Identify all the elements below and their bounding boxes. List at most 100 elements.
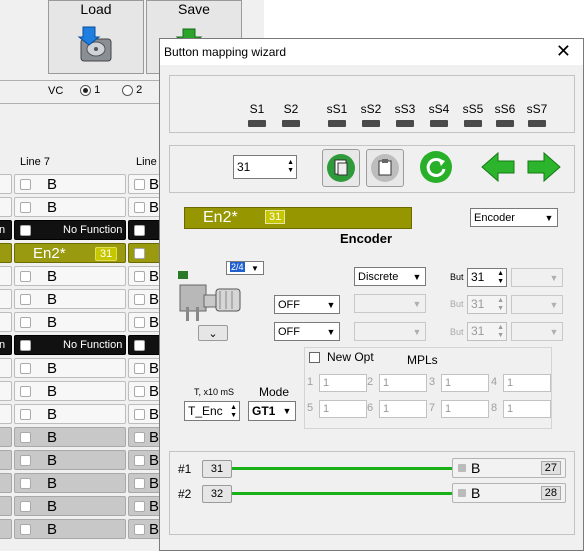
- grid-row: n No Function: [0, 220, 164, 240]
- checkbox-icon: [134, 248, 145, 259]
- checkbox-icon: [20, 524, 31, 535]
- grid-cell-left[interactable]: [0, 450, 12, 470]
- grid-cell-line7[interactable]: B: [14, 197, 126, 217]
- grid-cell-text: B: [47, 199, 58, 216]
- map2-number[interactable]: 32: [202, 485, 232, 503]
- grid-cell-line7[interactable]: B: [14, 381, 126, 401]
- but-value-1: 31: [471, 270, 485, 284]
- type-select[interactable]: Encoder ▼: [470, 208, 558, 227]
- mpl-input[interactable]: 1: [441, 374, 489, 392]
- checkbox-icon: [134, 202, 145, 213]
- grid-cell-line7[interactable]: B: [14, 473, 126, 493]
- grid-cell-line7[interactable]: B: [14, 404, 126, 424]
- grid-cell-left[interactable]: [0, 427, 12, 447]
- grid-row: BB: [0, 358, 164, 378]
- grid-cell-text: B: [47, 268, 58, 285]
- load-button[interactable]: Load: [48, 0, 144, 74]
- grid-cell-line7[interactable]: B: [14, 266, 126, 286]
- checkbox-icon: [20, 202, 31, 213]
- grid-cell-line7[interactable]: B: [14, 450, 126, 470]
- spin-arrows-icon: ▲ ▼: [497, 270, 504, 285]
- grid-cell-left[interactable]: n: [0, 220, 12, 240]
- refresh-button[interactable]: [418, 149, 456, 187]
- copy-button[interactable]: [322, 149, 360, 187]
- grid-cell-line7[interactable]: No Function: [14, 220, 126, 240]
- checkbox-icon: [134, 225, 145, 236]
- checkbox-icon: [458, 489, 466, 497]
- checkbox-icon: [134, 386, 145, 397]
- mpl-input[interactable]: 1: [379, 374, 427, 392]
- but-spinner-2[interactable]: 31 ▲ ▼: [467, 295, 507, 314]
- step-select[interactable]: 2/4 ▼: [226, 261, 264, 275]
- grid-cell-left[interactable]: [0, 266, 12, 286]
- but-spinner-3[interactable]: 31 ▲ ▼: [467, 322, 507, 341]
- map1-button-cell[interactable]: B 27: [452, 458, 566, 478]
- mpl-input[interactable]: 1: [319, 400, 367, 418]
- button-number-spinner[interactable]: 31 ▲ ▼: [233, 155, 297, 179]
- grid-cell-line8-text: B: [149, 268, 160, 285]
- time-spinner[interactable]: T_Enc ▲ ▼: [184, 401, 240, 421]
- paste-button[interactable]: [366, 149, 404, 187]
- shift-label: sS5: [462, 102, 484, 116]
- off-select-1[interactable]: OFF ▼: [274, 295, 340, 314]
- checkbox-icon: [134, 455, 145, 466]
- grid-cell-line7[interactable]: B: [14, 289, 126, 309]
- previous-button[interactable]: [480, 149, 518, 187]
- mpl-index: 3: [429, 376, 436, 388]
- grid-cell-left[interactable]: n: [0, 335, 12, 355]
- grid-cell-left[interactable]: [0, 312, 12, 332]
- grid-cell-line7[interactable]: No Function: [14, 335, 126, 355]
- checkbox-icon: [20, 432, 31, 443]
- map1-number[interactable]: 31: [202, 460, 232, 478]
- grid-cell-left[interactable]: [0, 496, 12, 516]
- vc-radio-1[interactable]: 1: [80, 84, 100, 96]
- map2-button-cell[interactable]: B 28: [452, 483, 566, 503]
- grid-cell-left[interactable]: [0, 243, 12, 263]
- grid-row: BB: [0, 266, 164, 286]
- vc-radio-2[interactable]: 2: [122, 84, 142, 96]
- mpl-input[interactable]: 1: [319, 374, 367, 392]
- chevron-down-icon: ▼: [282, 406, 292, 416]
- mpl-input[interactable]: 1: [441, 400, 489, 418]
- grid-cell-left[interactable]: [0, 473, 12, 493]
- grid-cell-line7[interactable]: B: [14, 174, 126, 194]
- grid-cell-line7[interactable]: B: [14, 358, 126, 378]
- mpl-input[interactable]: 1: [379, 400, 427, 418]
- grid-cell-left[interactable]: [0, 519, 12, 539]
- save-label: Save: [178, 1, 210, 17]
- grid-cell-line7[interactable]: B: [14, 496, 126, 516]
- discrete-select[interactable]: Discrete ▼: [354, 267, 426, 286]
- grid-cell-line7[interactable]: B: [14, 312, 126, 332]
- expand-button[interactable]: ⌄: [198, 325, 228, 341]
- checkbox-icon: [458, 464, 466, 472]
- but-select-3[interactable]: ▼: [511, 322, 563, 341]
- grid-cell-line7[interactable]: B: [14, 519, 126, 539]
- close-icon[interactable]: ✕: [556, 41, 571, 62]
- grid-cell-left[interactable]: [0, 404, 12, 424]
- grid-cell-line7[interactable]: B: [14, 427, 126, 447]
- grid-cell-left[interactable]: [0, 289, 12, 309]
- grid-cell-left[interactable]: [0, 358, 12, 378]
- mode-select[interactable]: GT1 ▼: [248, 401, 296, 421]
- new-opt-checkbox[interactable]: [309, 352, 320, 363]
- map2-link-line: [232, 492, 452, 495]
- grid-cell-left[interactable]: [0, 197, 12, 217]
- but-select-1[interactable]: ▼: [511, 268, 563, 287]
- function-select-3[interactable]: ▼: [354, 322, 426, 341]
- spin-arrows-icon: ▲ ▼: [497, 324, 504, 339]
- grid-row: BB: [0, 450, 164, 470]
- checkbox-icon: [134, 271, 145, 282]
- chevron-down-icon: ▼: [412, 327, 422, 337]
- mpl-input[interactable]: 1: [503, 400, 551, 418]
- grid-cell-text: En2*: [33, 245, 66, 262]
- mpl-index: 1: [307, 376, 314, 388]
- function-select-2[interactable]: ▼: [354, 294, 426, 313]
- grid-cell-left[interactable]: [0, 381, 12, 401]
- mpl-input[interactable]: 1: [503, 374, 551, 392]
- next-button[interactable]: [526, 149, 564, 187]
- off-select-2[interactable]: OFF ▼: [274, 322, 340, 341]
- but-spinner-1[interactable]: 31 ▲ ▼: [467, 268, 507, 287]
- grid-cell-left[interactable]: [0, 174, 12, 194]
- but-select-2[interactable]: ▼: [511, 295, 563, 314]
- grid-cell-line7[interactable]: En2* 31: [14, 243, 126, 263]
